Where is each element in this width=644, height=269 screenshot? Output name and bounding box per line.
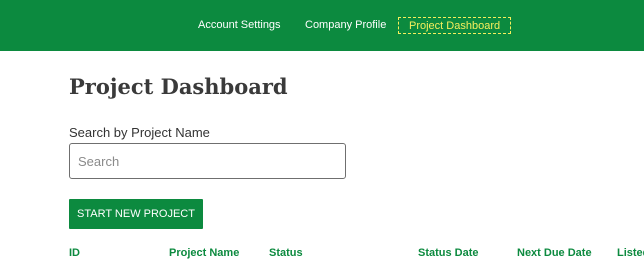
nav-item-company-profile[interactable]: Company Profile	[305, 18, 386, 33]
search-label: Search by Project Name	[69, 125, 210, 140]
search-input[interactable]	[69, 143, 346, 179]
start-new-project-button[interactable]: START NEW PROJECT	[69, 199, 203, 229]
nav-item-account-settings[interactable]: Account Settings	[198, 18, 281, 33]
column-header-status[interactable]: Status	[269, 247, 303, 259]
column-header-listed[interactable]: Listed	[617, 247, 644, 259]
column-header-id[interactable]: ID	[69, 247, 80, 259]
page-title: Project Dashboard	[69, 74, 288, 99]
column-header-project-name[interactable]: Project Name	[169, 247, 239, 259]
column-header-next-due-date[interactable]: Next Due Date	[517, 247, 592, 259]
nav-item-project-dashboard[interactable]: Project Dashboard	[398, 17, 512, 34]
top-navigation-bar: Account Settings Company Profile Project…	[0, 0, 644, 51]
column-header-status-date[interactable]: Status Date	[418, 247, 479, 259]
